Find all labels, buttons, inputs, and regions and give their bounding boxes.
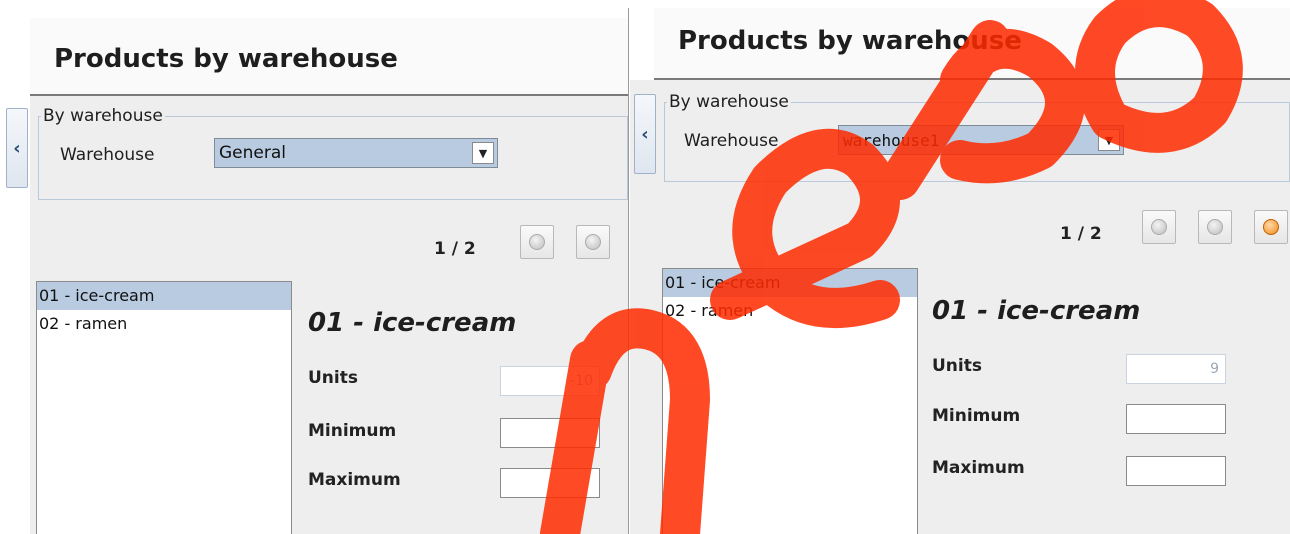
list-item[interactable]: 02 - ramen	[37, 310, 291, 338]
previous-page-button[interactable]	[576, 225, 610, 259]
minimum-field[interactable]	[1126, 404, 1226, 434]
next-page-button[interactable]	[1254, 210, 1288, 244]
maximum-field[interactable]	[500, 468, 600, 498]
product-list[interactable]: 01 - ice-cream 02 - ramen	[36, 281, 292, 534]
maximum-field[interactable]	[1126, 456, 1226, 486]
units-field: -10	[500, 366, 600, 396]
caret-down-icon[interactable]: ▼	[1098, 129, 1120, 151]
units-label: Units	[308, 368, 358, 388]
first-page-icon	[529, 234, 545, 250]
pager-label: 1 / 2	[1060, 224, 1102, 244]
list-item[interactable]: 02 - ramen	[663, 297, 917, 325]
product-title: 01 - ice-cream	[308, 308, 517, 338]
warehouse-select[interactable]: General ▼	[214, 138, 498, 168]
collapse-sidebar-button[interactable]: ‹	[634, 94, 656, 174]
minimum-label: Minimum	[308, 421, 397, 441]
page-title: Products by warehouse	[678, 26, 1022, 56]
next-page-icon	[1263, 219, 1279, 235]
previous-page-button[interactable]	[1198, 210, 1232, 244]
warehouse-select[interactable]: warehouse1 ▼	[838, 125, 1124, 155]
minimum-field[interactable]	[500, 418, 600, 448]
warehouse-select-value: warehouse1	[843, 130, 940, 150]
first-page-button[interactable]	[1142, 210, 1176, 244]
product-title: 01 - ice-cream	[932, 296, 1141, 326]
group-legend: By warehouse	[43, 106, 163, 126]
chevron-left-icon: ‹	[641, 123, 649, 145]
first-page-button[interactable]	[520, 225, 554, 259]
maximum-label: Maximum	[308, 470, 401, 490]
group-legend: By warehouse	[669, 92, 789, 112]
warehouse-label: Warehouse	[60, 145, 155, 165]
collapse-sidebar-button[interactable]: ‹	[6, 108, 28, 188]
minimum-label: Minimum	[932, 406, 1021, 426]
page-title-bar: Products by warehouse	[30, 18, 628, 96]
units-field: 9	[1126, 354, 1226, 384]
warehouse-label: Warehouse	[684, 131, 779, 151]
left-screenshot-panel: Products by warehouse ‹ By warehouse War…	[0, 0, 628, 534]
pager-label: 1 / 2	[434, 239, 476, 259]
list-item[interactable]: 01 - ice-cream	[37, 282, 291, 310]
units-label: Units	[932, 356, 982, 376]
previous-page-icon	[1207, 219, 1223, 235]
caret-down-icon[interactable]: ▼	[472, 142, 494, 164]
maximum-label: Maximum	[932, 458, 1025, 478]
chevron-left-icon: ‹	[13, 137, 21, 159]
list-item[interactable]: 01 - ice-cream	[663, 269, 917, 297]
first-page-icon	[1151, 219, 1167, 235]
warehouse-select-value: General	[219, 143, 286, 163]
panel-divider	[628, 8, 629, 534]
right-screenshot-panel: Products by warehouse ‹ By warehouse War…	[630, 0, 1290, 534]
page-title: Products by warehouse	[54, 44, 398, 74]
previous-page-icon	[585, 234, 601, 250]
page-title-bar: Products by warehouse	[654, 8, 1290, 80]
product-list[interactable]: 01 - ice-cream 02 - ramen	[662, 268, 918, 534]
